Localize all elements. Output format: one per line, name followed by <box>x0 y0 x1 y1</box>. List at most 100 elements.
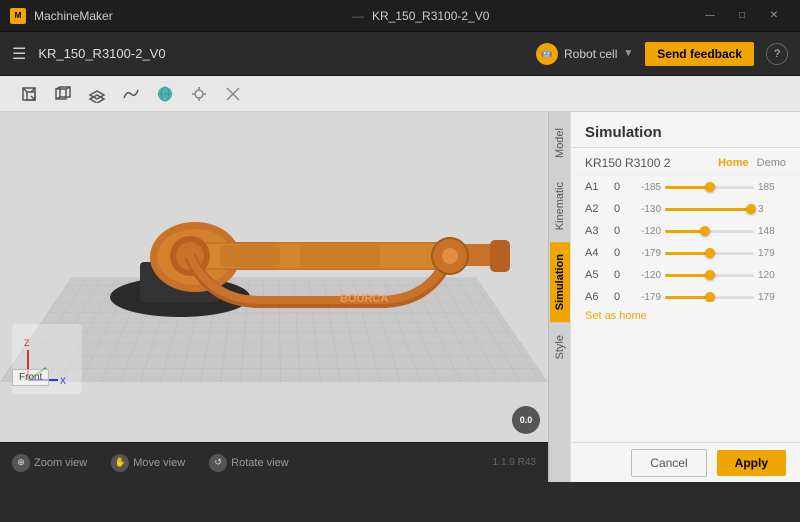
a2-max: 3 <box>758 204 786 215</box>
tab-style[interactable]: Style <box>550 323 570 371</box>
demo-link[interactable]: Demo <box>757 157 786 169</box>
home-link[interactable]: Home <box>718 157 749 169</box>
toolbar <box>0 76 800 112</box>
a2-track[interactable] <box>665 208 754 211</box>
a2-label: A2 <box>585 203 601 215</box>
box-frame-tool[interactable] <box>50 81 76 107</box>
a3-min: -120 <box>633 226 661 237</box>
rotate-label: Rotate view <box>231 457 288 469</box>
help-button[interactable]: ? <box>766 43 788 65</box>
action-bar: Cancel Apply <box>571 442 800 482</box>
move-label: Move view <box>133 457 185 469</box>
robot-model-name: KR150 R3100 2 <box>585 156 670 170</box>
version-label: 1.1.9 R43 <box>493 457 536 468</box>
close-button[interactable]: ✕ <box>758 0 790 32</box>
panel-header: Simulation <box>571 112 800 148</box>
panel-subheader: KR150 R3100 2 Home Demo <box>571 148 800 175</box>
apply-button[interactable]: Apply <box>717 450 786 476</box>
a4-min: -179 <box>633 248 661 259</box>
view-controls-bar: ⊕ Zoom view ✋ Move view ↺ Rotate view 1.… <box>0 442 548 482</box>
a6-label: A6 <box>585 291 601 302</box>
maximize-button[interactable]: □ <box>726 0 758 32</box>
window-controls: — □ ✕ <box>694 0 790 32</box>
tab-kinematic[interactable]: Kinematic <box>550 170 570 242</box>
title-bar: M MachineMaker — KR_150_R3100-2_V0 — □ ✕ <box>0 0 800 32</box>
a4-track[interactable] <box>665 252 754 255</box>
tab-simulation[interactable]: Simulation <box>550 242 570 322</box>
axis-a1-row: A1 0 -185 185 <box>585 181 786 193</box>
viewport-container: BOURCA Z X <box>0 112 548 482</box>
set-home-area: Set as home <box>571 302 800 328</box>
a3-value: 0 <box>605 225 629 237</box>
right-panel: Simulation KR150 R3100 2 Home Demo A1 0 … <box>570 112 800 482</box>
view-label: Front <box>12 369 49 386</box>
a6-track[interactable] <box>665 296 754 299</box>
a1-max: 185 <box>758 182 786 193</box>
side-tabs: Model Kinematic Simulation Style <box>548 112 570 482</box>
panel-title: Simulation <box>585 124 786 141</box>
a3-track[interactable] <box>665 230 754 233</box>
link-group: Home Demo <box>718 157 786 169</box>
zoom-icon: ⊕ <box>12 454 30 472</box>
top-bar: ☰ KR_150_R3100-2_V0 🤖 Robot cell ▼ Send … <box>0 32 800 76</box>
svg-text:Z: Z <box>24 338 30 348</box>
speed-indicator: 0.0 <box>512 406 540 434</box>
axis-a2-row: A2 0 -130 3 <box>585 203 786 215</box>
robot-icon: 🤖 <box>536 43 558 65</box>
tab-model[interactable]: Model <box>550 116 570 170</box>
a3-label: A3 <box>585 225 601 237</box>
a1-label: A1 <box>585 181 601 193</box>
a5-label: A5 <box>585 269 601 281</box>
a4-max: 179 <box>758 248 786 259</box>
target-tool[interactable] <box>186 81 212 107</box>
a6-max: 179 <box>758 292 786 302</box>
zoom-label: Zoom view <box>34 457 87 469</box>
box-solid-tool[interactable] <box>16 81 42 107</box>
sliders-area: A1 0 -185 185 A2 0 -130 3 <box>571 175 800 302</box>
3d-viewport[interactable]: BOURCA Z X <box>0 112 548 442</box>
axis-a4-row: A4 0 -179 179 <box>585 247 786 259</box>
axis-a6-row: A6 0 -179 179 <box>585 291 786 302</box>
chevron-down-icon: ▼ <box>623 48 633 59</box>
a6-value: 0 <box>605 291 629 302</box>
a5-value: 0 <box>605 269 629 281</box>
a6-min: -179 <box>633 292 661 302</box>
a5-min: -120 <box>633 270 661 281</box>
path-tool[interactable] <box>118 81 144 107</box>
a1-track[interactable] <box>665 186 754 189</box>
minimize-button[interactable]: — <box>694 0 726 32</box>
axis-a3-row: A3 0 -120 148 <box>585 225 786 237</box>
a1-value: 0 <box>605 181 629 193</box>
top-file-name: KR_150_R3100-2_V0 <box>38 46 524 61</box>
sphere-tool[interactable] <box>152 81 178 107</box>
zoom-view-control[interactable]: ⊕ Zoom view <box>12 454 87 472</box>
axis-a5-row: A5 0 -120 120 <box>585 269 786 281</box>
a2-min: -130 <box>633 204 661 215</box>
a5-max: 120 <box>758 270 786 281</box>
robot-model: BOURCA <box>60 112 520 322</box>
transform-tool[interactable] <box>220 81 246 107</box>
rotate-icon: ↺ <box>209 454 227 472</box>
robot-cell-label: Robot cell <box>564 47 617 61</box>
app-title: MachineMaker <box>34 9 348 23</box>
menu-icon[interactable]: ☰ <box>12 44 26 64</box>
svg-text:BOURCA: BOURCA <box>340 293 388 305</box>
file-name: KR_150_R3100-2_V0 <box>372 9 686 23</box>
a4-label: A4 <box>585 247 601 259</box>
svg-text:X: X <box>60 376 66 386</box>
plane-tool[interactable] <box>84 81 110 107</box>
robot-cell-selector[interactable]: 🤖 Robot cell ▼ <box>536 43 633 65</box>
a1-min: -185 <box>633 182 661 193</box>
main-area: BOURCA Z X <box>0 112 800 482</box>
a2-value: 0 <box>605 203 629 215</box>
a5-track[interactable] <box>665 274 754 277</box>
a3-max: 148 <box>758 226 786 237</box>
move-view-control[interactable]: ✋ Move view <box>111 454 185 472</box>
cancel-button[interactable]: Cancel <box>631 449 706 477</box>
move-icon: ✋ <box>111 454 129 472</box>
app-icon: M <box>10 8 26 24</box>
rotate-view-control[interactable]: ↺ Rotate view <box>209 454 288 472</box>
feedback-button[interactable]: Send feedback <box>645 42 754 66</box>
a4-value: 0 <box>605 247 629 259</box>
set-home-link[interactable]: Set as home <box>585 310 647 322</box>
